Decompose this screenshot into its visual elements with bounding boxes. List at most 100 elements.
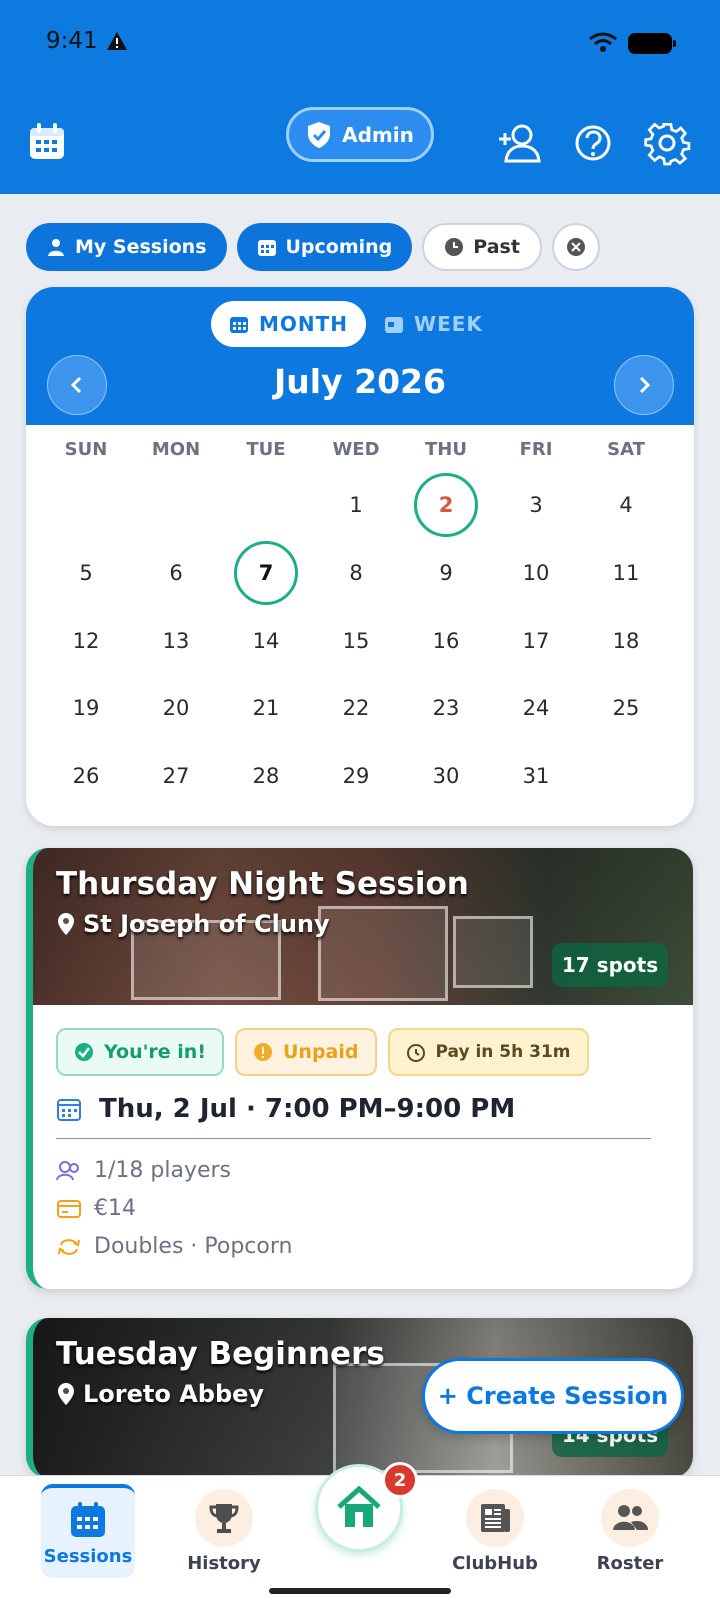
calendar-day[interactable]: 21	[234, 676, 298, 740]
filter-label: Upcoming	[285, 236, 393, 258]
nav-history[interactable]: History	[177, 1484, 271, 1578]
calendar-day[interactable]: 28	[234, 744, 298, 808]
chevron-right-icon	[639, 376, 651, 394]
calendar-icon	[71, 1501, 105, 1537]
clear-filters-button[interactable]	[551, 223, 600, 271]
building-window	[318, 906, 448, 1001]
badge-label: You're in!	[104, 1041, 206, 1063]
calendar-day[interactable]: 29	[324, 744, 388, 808]
session-format: Doubles · Popcorn	[56, 1234, 292, 1259]
weekday-label: SUN	[64, 439, 108, 460]
rotate-icon	[58, 1238, 80, 1255]
nav-clubhub[interactable]: ClubHub	[448, 1484, 542, 1578]
calendar-day[interactable]: 9	[414, 541, 478, 605]
location-pin-icon	[58, 1383, 74, 1405]
warning-icon	[107, 32, 127, 50]
calendar-day[interactable]: 23	[414, 676, 478, 740]
calendar-day[interactable]: 17	[504, 609, 568, 673]
person-icon	[48, 239, 64, 256]
session-status-badges: You're in! Unpaid Pay in 5h 31m	[56, 1028, 589, 1076]
format-label: Doubles · Popcorn	[94, 1234, 293, 1259]
nav-roster[interactable]: Roster	[583, 1484, 677, 1578]
location-pin-icon	[58, 913, 74, 935]
calendar-icon[interactable]	[27, 122, 67, 162]
datetime-label: Thu, 2 Jul · 7:00 PM–9:00 PM	[99, 1094, 516, 1124]
weekday-label: MON	[151, 439, 201, 460]
filter-label: My Sessions	[75, 236, 207, 258]
calendar-widget: MONTH WEEK July 2026 SUN MON TUE WED THU…	[26, 287, 694, 826]
location-label: St Joseph of Cluny	[83, 910, 330, 938]
badge-label: Pay in 5h 31m	[435, 1042, 571, 1062]
nav-sessions[interactable]: Sessions	[41, 1484, 135, 1578]
weekday-label: FRI	[519, 439, 553, 460]
group-icon	[613, 1504, 648, 1530]
venue-photo: Thursday Night Session St Joseph of Clun…	[33, 848, 693, 1005]
calendar-day[interactable]: 14	[234, 609, 298, 673]
shield-check-icon	[308, 121, 331, 148]
calendar-day[interactable]: 30	[414, 744, 478, 808]
calendar-day[interactable]: 22	[324, 676, 388, 740]
credit-card-icon	[57, 1199, 81, 1218]
calendar-day[interactable]: 5	[54, 541, 118, 605]
battery-icon	[628, 33, 676, 54]
calendar-icon	[229, 317, 248, 333]
calendar-day[interactable]: 15	[324, 609, 388, 673]
price-label: €14	[94, 1196, 136, 1221]
calendar-day[interactable]: 20	[144, 676, 208, 740]
admin-label: Admin	[342, 122, 414, 147]
tab-label: MONTH	[258, 312, 349, 336]
add-user-icon[interactable]	[495, 119, 543, 167]
building-window	[453, 916, 533, 988]
people-icon	[56, 1160, 79, 1180]
filter-chip-my-sessions[interactable]: My Sessions	[26, 223, 227, 271]
calendar-day[interactable]: 16	[414, 609, 478, 673]
calendar-day[interactable]: 25	[594, 676, 658, 740]
filter-chip-past[interactable]: Past	[422, 223, 542, 271]
payment-status-badge: Unpaid	[235, 1028, 377, 1076]
tab-week[interactable]: WEEK	[366, 301, 501, 347]
calendar-view-switcher: MONTH WEEK	[211, 301, 501, 347]
calendar-day-today[interactable]: 7	[234, 541, 298, 605]
registered-badge: You're in!	[56, 1028, 224, 1076]
calendar-day[interactable]: 13	[144, 609, 208, 673]
calendar-day-session[interactable]: 2	[414, 473, 478, 537]
tab-label: WEEK	[414, 312, 483, 336]
players-label: 1/18 players	[94, 1158, 232, 1183]
calendar-day[interactable]: 18	[594, 609, 658, 673]
calendar-day[interactable]: 26	[54, 744, 118, 808]
calendar-day[interactable]: 19	[54, 676, 118, 740]
calendar-day[interactable]: 3	[504, 473, 568, 537]
calendar-day[interactable]: 24	[504, 676, 568, 740]
calendar-week-icon	[385, 317, 404, 333]
payment-deadline-badge: Pay in 5h 31m	[387, 1028, 589, 1076]
admin-mode-button[interactable]: Admin	[286, 107, 434, 162]
tab-month[interactable]: MONTH	[211, 301, 366, 347]
session-filter-bar: My Sessions Upcoming Past	[26, 223, 600, 271]
calendar-day[interactable]: 27	[144, 744, 208, 808]
nav-icon-background	[466, 1488, 524, 1547]
clock-icon	[445, 238, 464, 256]
session-title: Tuesday Beginners	[56, 1336, 385, 1372]
badge-label: Unpaid	[283, 1041, 359, 1063]
check-circle-icon	[75, 1043, 93, 1061]
session-location: St Joseph of Cluny	[56, 910, 330, 938]
alert-icon	[254, 1043, 272, 1061]
session-card[interactable]: Thursday Night Session St Joseph of Clun…	[26, 848, 693, 1289]
session-players: 1/18 players	[56, 1158, 231, 1183]
create-session-button[interactable]: + Create Session	[422, 1358, 684, 1434]
filter-chip-upcoming[interactable]: Upcoming	[236, 223, 413, 271]
calendar-day[interactable]: 12	[54, 609, 118, 673]
calendar-day[interactable]: 1	[324, 473, 388, 537]
settings-icon[interactable]	[643, 119, 691, 167]
calendar-day[interactable]: 8	[324, 541, 388, 605]
calendar-day[interactable]: 31	[504, 744, 568, 808]
next-month-button[interactable]	[614, 355, 674, 415]
session-title: Thursday Night Session	[56, 866, 469, 902]
help-icon[interactable]	[569, 119, 617, 167]
weekday-label: THU	[425, 439, 467, 460]
month-title: July 2026	[274, 362, 446, 401]
calendar-day[interactable]: 10	[504, 541, 568, 605]
calendar-day[interactable]: 11	[594, 541, 658, 605]
calendar-day[interactable]: 6	[144, 541, 208, 605]
calendar-day[interactable]: 4	[594, 473, 658, 537]
